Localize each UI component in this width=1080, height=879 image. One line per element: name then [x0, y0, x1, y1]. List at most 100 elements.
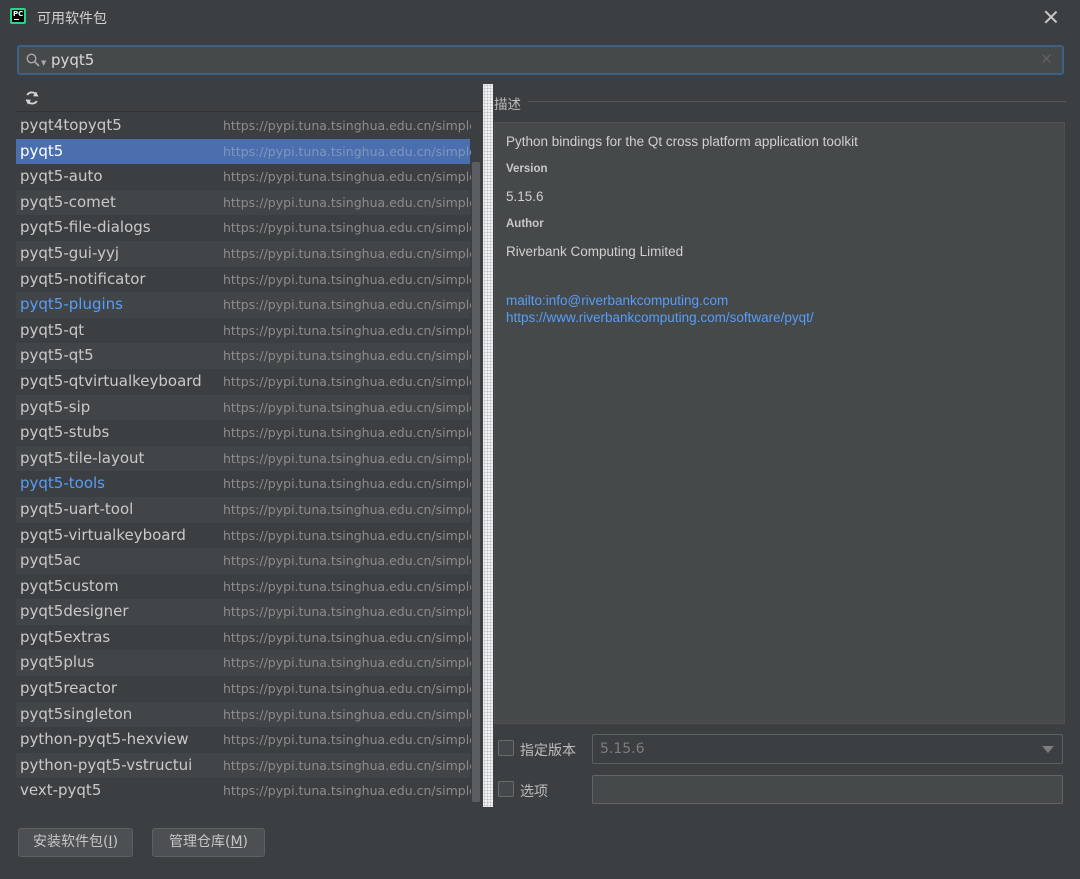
package-repository: https://pypi.tuna.tsinghua.edu.cn/simple…: [223, 373, 482, 389]
author-heading: Author: [506, 218, 544, 230]
package-repository: https://pypi.tuna.tsinghua.edu.cn/simple…: [223, 399, 482, 415]
package-repository: https://pypi.tuna.tsinghua.edu.cn/simple…: [223, 783, 482, 799]
package-repository: https://pypi.tuna.tsinghua.edu.cn/simple…: [223, 706, 482, 722]
package-row[interactable]: pyqt5-qt https://pypi.tuna.tsinghua.edu.c…: [16, 318, 481, 344]
title-bar: PC 可用软件包: [0, 0, 1080, 34]
package-row[interactable]: pyqt5 https://pypi.tuna.tsinghua.edu.cn/s…: [16, 138, 481, 165]
options-checkbox[interactable]: [498, 781, 514, 797]
package-list: pyqt4topyqt5 https://pypi.tuna.tsinghua.e…: [16, 113, 481, 804]
package-row[interactable]: pyqt5-qt5 https://pypi.tuna.tsinghua.edu.…: [16, 343, 481, 369]
package-row[interactable]: pyqt5-auto https://pypi.tuna.tsinghua.edu…: [16, 164, 481, 190]
chevron-down-icon: [1042, 746, 1054, 753]
package-repository: https://pypi.tuna.tsinghua.edu.cn/simple…: [223, 450, 482, 466]
specify-version-label: 指定版本: [520, 743, 576, 759]
package-row[interactable]: python-pyqt5-hexview https://pypi.tuna.ts…: [16, 727, 481, 753]
package-row[interactable]: pyqt5-virtualkeyboard https://pypi.tuna.t…: [16, 523, 481, 549]
panel-splitter[interactable]: [483, 84, 493, 807]
description-divider: [528, 101, 1066, 102]
package-name: pyqt5-uart-tool: [20, 499, 134, 518]
version-heading: Version: [506, 163, 548, 175]
package-row[interactable]: vext-pyqt5 https://pypi.tuna.tsinghua.edu…: [16, 778, 481, 804]
package-name: pyqt5-stubs: [20, 423, 110, 442]
scrollbar-thumb[interactable]: [472, 162, 480, 802]
package-row[interactable]: pyqt5-uart-tool https://pypi.tuna.tsinghu…: [16, 496, 481, 523]
package-name: pyqt5ac: [20, 551, 81, 570]
package-repository: https://pypi.tuna.tsinghua.edu.cn/simple…: [223, 604, 482, 620]
package-repository: https://pypi.tuna.tsinghua.edu.cn/simple…: [223, 194, 482, 210]
search-icon[interactable]: [26, 53, 40, 67]
version-select-value: 5.15.6: [600, 741, 645, 757]
pycharm-logo-icon: PC: [10, 8, 26, 24]
package-repository: https://pypi.tuna.tsinghua.edu.cn/simple…: [223, 118, 482, 133]
package-row[interactable]: pyqt5designer https://pypi.tuna.tsinghua.…: [16, 599, 481, 625]
refresh-icon[interactable]: [24, 90, 40, 106]
clear-search-icon[interactable]: [1040, 52, 1054, 66]
package-repository: https://pypi.tuna.tsinghua.edu.cn/simple…: [223, 245, 482, 261]
package-name: pyqt5-qt: [20, 320, 85, 339]
package-row[interactable]: pyqt5-gui-yyj https://pypi.tuna.tsinghua.…: [16, 240, 481, 267]
package-repository: https://pypi.tuna.tsinghua.edu.cn/simple…: [223, 169, 482, 185]
package-name: pyqt5-notificator: [20, 269, 146, 288]
package-name: pyqt5-comet: [20, 192, 116, 211]
package-name: pyqt5: [20, 141, 64, 160]
search-box[interactable]: ▼: [17, 45, 1064, 75]
package-repository: https://pypi.tuna.tsinghua.edu.cn/simple…: [223, 553, 482, 569]
package-name: pyqt5-plugins: [20, 295, 123, 314]
package-row[interactable]: pyqt5-stubs https://pypi.tuna.tsinghua.ed…: [16, 420, 481, 446]
package-repository: https://pypi.tuna.tsinghua.edu.cn/simple…: [223, 681, 482, 697]
package-name: pyqt5-virtualkeyboard: [20, 525, 186, 544]
package-repository: https://pypi.tuna.tsinghua.edu.cn/simple…: [223, 732, 482, 748]
package-repository: https://pypi.tuna.tsinghua.edu.cn/simple…: [223, 348, 482, 364]
specify-version-checkbox[interactable]: [498, 740, 514, 756]
version-value: 5.15.6: [506, 189, 544, 204]
package-row[interactable]: pyqt5-sip https://pypi.tuna.tsinghua.edu.…: [16, 394, 481, 421]
close-icon[interactable]: [1038, 5, 1064, 29]
package-row[interactable]: pyqt5-tools https://pypi.tuna.tsinghua.ed…: [16, 471, 481, 497]
package-row[interactable]: pyqt5-comet https://pypi.tuna.tsinghua.ed…: [16, 189, 481, 216]
description-panel: Python bindings for the Qt cross platfor…: [494, 122, 1065, 724]
package-name: pyqt5-tools: [20, 474, 105, 493]
package-repository: https://pypi.tuna.tsinghua.edu.cn/simple…: [223, 297, 482, 313]
package-repository: https://pypi.tuna.tsinghua.edu.cn/simple…: [223, 655, 482, 671]
search-input[interactable]: [51, 50, 1011, 70]
package-row[interactable]: pyqt5extras https://pypi.tuna.tsinghua.ed…: [16, 625, 481, 651]
description-label: 描述: [494, 97, 521, 113]
email-link[interactable]: mailto:info@riverbankcomputing.com: [506, 293, 728, 308]
package-list-scrollbar[interactable]: [471, 113, 481, 805]
search-history-chevron-icon[interactable]: ▼: [41, 59, 46, 67]
package-name: pyqt5-file-dialogs: [20, 218, 151, 237]
package-list-panel: pyqt4topyqt5 https://pypi.tuna.tsinghua.e…: [16, 84, 482, 807]
author-value: Riverbank Computing Limited: [506, 244, 684, 259]
package-row[interactable]: pyqt5custom https://pypi.tuna.tsinghua.ed…: [16, 574, 481, 600]
package-row[interactable]: pyqt5-file-dialogs https://pypi.tuna.tsin…: [16, 215, 481, 241]
package-name: pyqt5-qtvirtualkeyboard: [20, 371, 202, 390]
package-name: pyqt5-gui-yyj: [20, 243, 120, 262]
package-repository: https://pypi.tuna.tsinghua.edu.cn/simple…: [223, 757, 482, 773]
package-row[interactable]: pyqt5-plugins https://pypi.tuna.tsinghua.…: [16, 292, 481, 318]
package-repository: https://pypi.tuna.tsinghua.edu.cn/simple…: [223, 322, 482, 338]
package-row[interactable]: pyqt5-tile-layout https://pypi.tuna.tsing…: [16, 445, 481, 472]
package-row[interactable]: python-pyqt5-vstructui https://pypi.tuna.…: [16, 752, 481, 779]
package-repository: https://pypi.tuna.tsinghua.edu.cn/simple…: [223, 578, 482, 594]
homepage-link[interactable]: https://www.riverbankcomputing.com/softw…: [506, 310, 814, 325]
install-package-button[interactable]: 安装软件包(I): [18, 828, 133, 857]
version-select[interactable]: 5.15.6: [592, 734, 1063, 764]
package-repository: https://pypi.tuna.tsinghua.edu.cn/simple…: [223, 527, 482, 543]
package-name: pyqt5-qt5: [20, 346, 94, 365]
options-input[interactable]: [592, 775, 1063, 804]
package-row[interactable]: pyqt5plus https://pypi.tuna.tsinghua.edu.…: [16, 650, 481, 677]
package-row[interactable]: pyqt5-qtvirtualkeyboard https://pypi.tuna…: [16, 369, 481, 395]
package-row[interactable]: pyqt5singleton https://pypi.tuna.tsinghua…: [16, 701, 481, 728]
package-row[interactable]: pyqt4topyqt5 https://pypi.tuna.tsinghua.e…: [16, 113, 481, 139]
package-row[interactable]: pyqt5reactor https://pypi.tuna.tsinghua.e…: [16, 676, 481, 702]
package-name: vext-pyqt5: [20, 781, 102, 800]
package-row[interactable]: pyqt5-notificator https://pypi.tuna.tsing…: [16, 267, 481, 293]
package-row[interactable]: pyqt5ac https://pypi.tuna.tsinghua.edu.cn…: [16, 548, 481, 574]
package-repository: https://pypi.tuna.tsinghua.edu.cn/simple…: [223, 220, 482, 236]
package-repository: https://pypi.tuna.tsinghua.edu.cn/simple…: [223, 143, 482, 159]
list-toolbar: [16, 84, 482, 112]
manage-repositories-button[interactable]: 管理仓库(M): [152, 828, 265, 857]
package-name: pyqt5extras: [20, 627, 111, 646]
package-repository: https://pypi.tuna.tsinghua.edu.cn/simple…: [223, 271, 482, 287]
package-name: pyqt5-tile-layout: [20, 448, 145, 467]
